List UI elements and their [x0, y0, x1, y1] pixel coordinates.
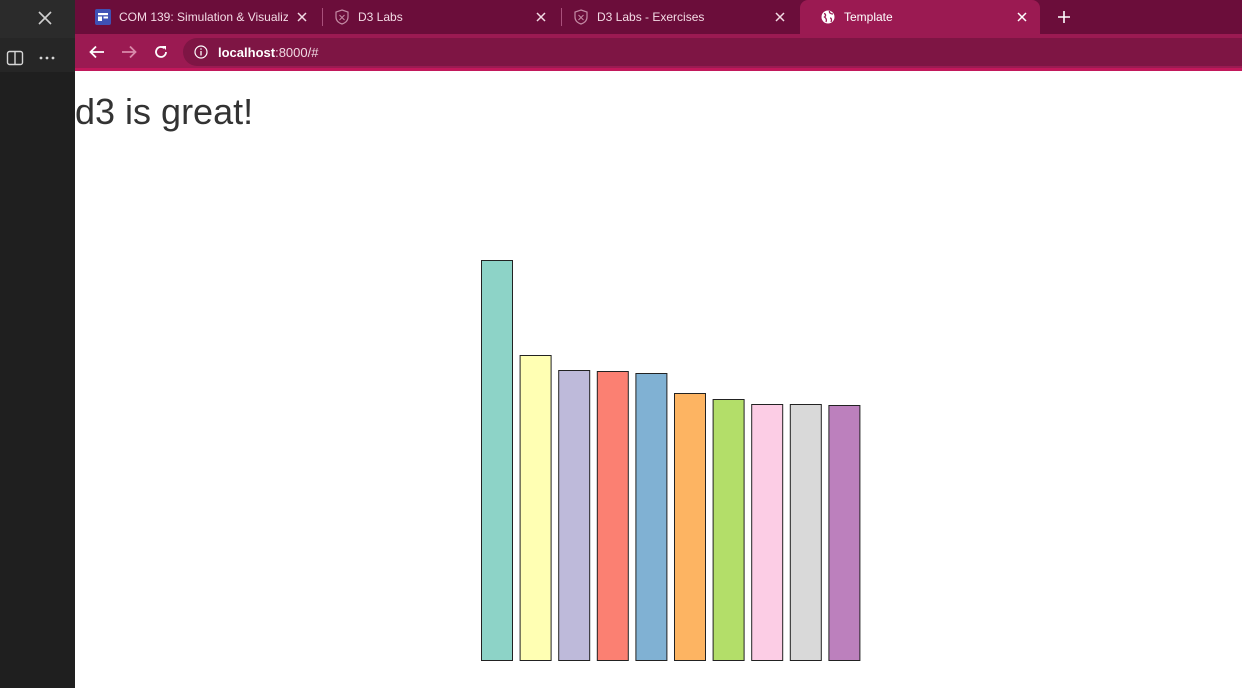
bar-8 — [751, 404, 784, 661]
bar-2 — [519, 355, 552, 661]
site-info-icon[interactable] — [193, 44, 209, 60]
globe-icon — [820, 9, 836, 25]
tab-title: D3 Labs - Exercises — [597, 10, 705, 24]
bar-chart — [481, 260, 861, 661]
tab-title: D3 Labs — [358, 10, 403, 24]
tab-title: COM 139: Simulation & Visualiza — [119, 10, 288, 24]
back-arrow-icon[interactable] — [85, 41, 109, 63]
tab-d3-labs-exercises[interactable]: D3 Labs - Exercises — [553, 0, 798, 34]
tab-title: Template — [844, 10, 893, 24]
bar-3 — [558, 370, 591, 661]
bar-9 — [789, 404, 822, 661]
tab-bar: COM 139: Simulation & Visualiza D3 Labs … — [75, 0, 1242, 34]
bar-6 — [674, 393, 706, 661]
forward-arrow-icon[interactable] — [117, 41, 141, 63]
shield-icon — [334, 9, 350, 25]
browser-toolbar: localhost:8000/# — [75, 34, 1242, 71]
url-host: localhost — [218, 44, 276, 60]
bar-1 — [481, 260, 513, 661]
tab-com139[interactable]: COM 139: Simulation & Visualiza — [75, 0, 320, 34]
bar-7 — [712, 399, 745, 661]
new-tab-plus-icon[interactable] — [1053, 6, 1075, 28]
tab-d3-labs[interactable]: D3 Labs — [314, 0, 559, 34]
address-bar[interactable]: localhost:8000/# — [183, 38, 1242, 66]
bar-4 — [596, 371, 629, 661]
canvas-icon — [95, 9, 111, 25]
bar-5 — [635, 373, 668, 661]
url-text[interactable]: localhost:8000/# — [218, 45, 318, 60]
close-tab-icon[interactable] — [294, 9, 310, 25]
close-tab-icon[interactable] — [772, 9, 788, 25]
close-sidebar-icon[interactable] — [31, 4, 59, 32]
url-rest: :8000/# — [275, 44, 319, 60]
more-options-icon[interactable] — [36, 48, 58, 68]
reload-icon[interactable] — [149, 41, 173, 63]
page-content: d3 is great! — [75, 71, 1242, 688]
close-tab-icon[interactable] — [533, 9, 549, 25]
split-panel-icon[interactable] — [5, 48, 25, 68]
shield-icon — [573, 9, 589, 25]
bar-10 — [828, 405, 861, 661]
tab-template[interactable]: Template — [800, 0, 1040, 34]
close-tab-icon[interactable] — [1014, 9, 1030, 25]
vertical-tab-sidebar — [0, 0, 75, 688]
